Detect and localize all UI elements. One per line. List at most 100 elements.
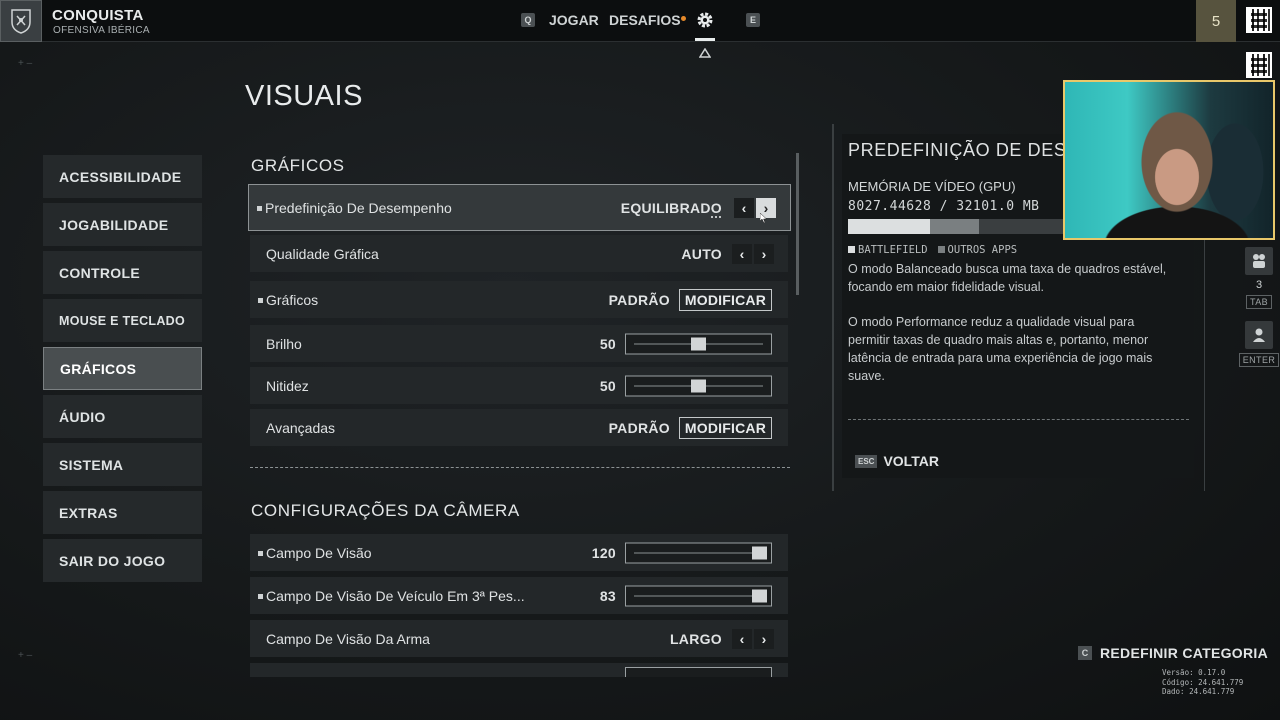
setting-row-vehicle-fov[interactable]: Campo De Visão De Veículo Em 3ª Pes... 8… [250,577,788,614]
setting-row-field-of-view[interactable]: Campo De Visão 120 [250,534,788,571]
mode-emblem-icon [0,0,42,42]
sidebar-item-accessibility[interactable]: ACESSIBILIDADE [43,155,202,198]
setting-value: 83 [599,587,616,604]
webcam-overlay [1063,80,1275,240]
setting-row-graphics[interactable]: Gráficos PADRÃO MODIFICAR [250,281,788,318]
partial-slider[interactable] [625,667,772,677]
modified-marker [258,550,263,556]
vram-label: MEMÓRIA DE VÍDEO (GPU) [848,179,1016,194]
graphics-section-title: GRÁFICOS [251,156,345,175]
chevron-left-icon[interactable]: ‹ [732,628,752,649]
page-title: VISUAIS [245,80,363,112]
notification-dot [681,16,686,21]
setting-row-weapon-fov[interactable]: Campo De Visão Da Arma LARGO ‹ › [250,620,788,657]
sidebar-item-audio[interactable]: ÁUDIO [43,395,202,438]
vehicle-fov-slider[interactable] [625,585,772,606]
mode-subtitle: OFENSIVA IBÉRICA [53,25,150,36]
enter-key-hint: ENTER [1238,353,1280,367]
chevron-left-icon[interactable]: ‹ [734,197,754,218]
modified-marker [258,297,263,303]
setting-row-brightness[interactable]: Brilho 50 [250,325,788,362]
setting-row-graphics-quality[interactable]: Qualidade Gráfica AUTO ‹ › [250,235,788,272]
setting-label: Brilho [266,335,302,352]
setting-row-performance-preset[interactable]: Predefinição De Desempenho EQUILIBRADO ‹… [248,184,791,231]
setting-value: 50 [599,335,616,352]
slider-thumb[interactable] [691,337,706,350]
caret-up-icon [698,45,712,58]
back-button[interactable]: ESC VOLTAR [855,453,939,469]
slider-thumb[interactable] [752,546,767,559]
chevron-right-icon[interactable]: › [754,243,774,264]
reset-category-button[interactable]: C REDEFINIR CATEGORIA [1078,645,1268,661]
description-performance: O modo Performance reduz a qualidade vis… [848,315,1153,383]
setting-label: Gráficos [266,291,319,308]
setting-value: 120 [591,544,616,561]
vram-values: 8027.44628 / 32101.0 MB [848,199,1040,214]
version-info: Versão: 0.17.0 Código: 24.641.779 Dado: … [1162,668,1243,697]
squad-count: 3 [1255,279,1263,291]
legend-battlefield: BATTLEFIELD [858,244,928,256]
sidebar-item-system[interactable]: SISTEMA [43,443,202,486]
modify-button[interactable]: MODIFICAR [678,288,772,311]
reset-category-label: REDEFINIR CATEGORIA [1100,645,1268,661]
sidebar-item-gameplay[interactable]: JOGABILIDADE [43,203,202,246]
modify-button[interactable]: MODIFICAR [678,416,772,439]
brightness-slider[interactable] [625,333,772,354]
version-line: Versão: 0.17.0 [1162,668,1226,677]
nav-play-tab[interactable]: JOGAR [549,12,599,28]
setting-row-sharpness[interactable]: Nitidez 50 [250,367,788,404]
sharpness-slider[interactable] [625,375,772,396]
esc-key-hint: ESC [855,454,878,468]
legend-other-apps: OUTROS APPS [947,244,1018,256]
sidebar-item-graphics[interactable]: GRÁFICOS [43,347,202,390]
field-of-view-slider[interactable] [625,542,772,563]
sidebar-item-mouse-keyboard[interactable]: MOUSE E TECLADO [43,299,202,342]
panel-divider [848,419,1189,420]
user-icon [1245,321,1273,349]
gear-icon[interactable] [695,10,715,30]
settings-sidebar: ACESSIBILIDADE JOGABILIDADE CONTROLE MOU… [43,155,202,587]
setting-label: Avançadas [266,419,336,436]
qr-code-icon [1246,7,1272,33]
corner-mark: + ‒ [18,650,33,661]
setting-value: PADRÃO [608,419,670,436]
nav-challenges-tab[interactable]: DESAFIOS [609,12,681,28]
code-line: Código: 24.641.779 [1162,677,1244,687]
camera-section-title: CONFIGURAÇÕES DA CÂMERA [251,501,520,520]
setting-value: AUTO [681,245,722,262]
chevron-right-icon[interactable]: › [754,628,774,649]
section-divider [250,467,790,468]
active-tab-underline [695,38,715,41]
setting-label: Campo De Visão Da Arma [266,630,430,647]
tab-key-hint: TAB [1245,295,1273,309]
squad-icon [1245,247,1273,275]
settings-scrollbar[interactable] [796,153,799,295]
modified-marker [257,205,262,211]
vram-battlefield-segment [848,219,930,234]
player-level-badge[interactable]: 5 [1196,0,1236,42]
setting-value: 50 [599,377,616,394]
slider-thumb[interactable] [691,379,706,392]
setting-row-advanced[interactable]: Avançadas PADRÃO MODIFICAR [250,409,788,446]
back-label: VOLTAR [883,453,939,469]
setting-label: Campo De Visão De Veículo Em 3ª Pes... [266,587,525,604]
setting-value: PADRÃO [608,291,670,308]
setting-value: LARGO [669,630,722,647]
description-balanced: O modo Balanceado busca uma taxa de quad… [848,262,1167,294]
sidebar-item-quit-game[interactable]: SAIR DO JOGO [43,539,202,582]
sidebar-item-extras[interactable]: EXTRAS [43,491,202,534]
top-bar: CONQUISTA OFENSIVA IBÉRICA Q JOGAR DESAF… [0,0,1280,42]
mouse-cursor-icon [759,210,768,224]
squad-widget[interactable]: 3 TAB [1244,247,1274,309]
setting-value: EQUILIBRADO [620,199,722,216]
setting-row-partial[interactable] [250,663,788,677]
vram-legend: BATTLEFIELD OUTROS APPS [848,244,1017,256]
modified-marker [258,593,263,599]
option-position-dots [711,216,721,218]
slider-thumb[interactable] [752,589,767,602]
sidebar-item-controller[interactable]: CONTROLE [43,251,202,294]
key-e-hint: E [746,13,760,27]
profile-widget[interactable]: ENTER [1238,321,1280,367]
chevron-left-icon[interactable]: ‹ [732,243,752,264]
setting-label: Campo De Visão [266,544,372,561]
